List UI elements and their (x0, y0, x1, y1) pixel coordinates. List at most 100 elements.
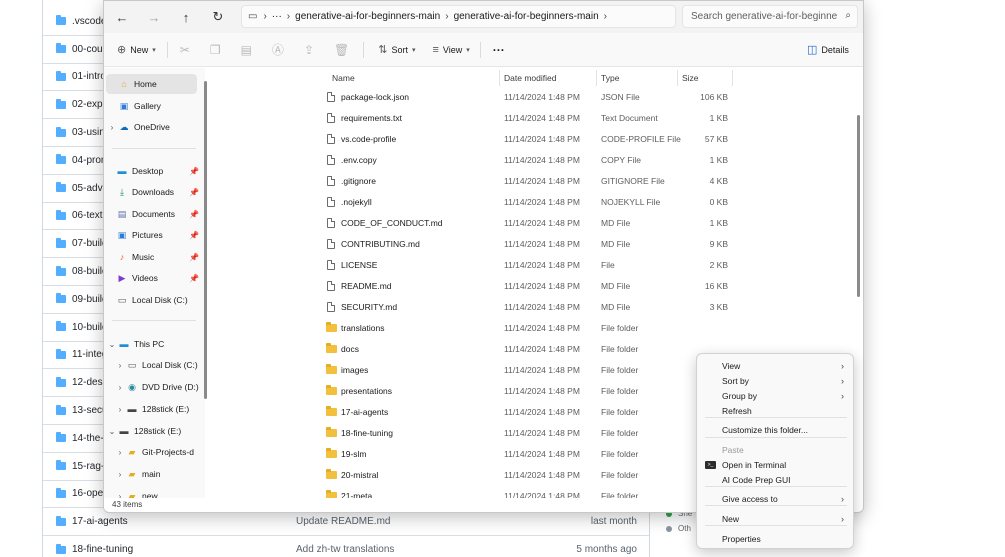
pin-icon[interactable]: 📌 (189, 167, 199, 176)
pin-icon[interactable]: 📌 (189, 274, 199, 283)
file-row[interactable]: CODE_OF_CONDUCT.md 11/14/2024 1:48 PM MD F… (214, 212, 734, 233)
copy-icon[interactable]: ❐ (210, 43, 221, 57)
chevron-down-icon[interactable]: ⌄ (106, 340, 118, 349)
file-row[interactable]: presentations 11/14/2024 1:48 PM File fold… (214, 380, 734, 401)
chevron-right-icon[interactable]: › (106, 123, 118, 132)
column-header-name[interactable]: Name (332, 68, 355, 88)
breadcrumb[interactable]: ▭ › ··· › generative-ai-for-beginners-ma… (241, 5, 676, 28)
rename-icon[interactable]: Ⓐ (272, 41, 284, 58)
background-folder-name[interactable]: 03-usin (72, 127, 105, 138)
sidebar-item-128stick-a[interactable]: › ▬ 128stick (E:) (114, 399, 205, 419)
context-menu-item-ai-code-prep-gui[interactable]: AI Code Prep GUI (697, 472, 853, 487)
share-icon[interactable]: ⇪ (304, 43, 314, 57)
sidebar-item-downloads[interactable]: ⤓ Downloads 📌 (116, 182, 205, 202)
sidebar-item-documents[interactable]: ▤ Documents 📌 (116, 204, 205, 224)
background-folder-name[interactable]: 16-oper (72, 488, 106, 499)
back-button[interactable]: ← (106, 3, 138, 31)
sidebar-item-desktop[interactable]: ▬ Desktop 📌 (116, 161, 205, 181)
column-header-type[interactable]: Type (601, 68, 619, 88)
context-menu-item-sort-by[interactable]: Sort by › (697, 373, 853, 388)
file-row[interactable]: .gitignore 11/14/2024 1:48 PM GITIGNORE Fi… (214, 170, 734, 191)
up-button[interactable]: ↑ (170, 3, 202, 31)
file-row[interactable]: requirements.txt 11/14/2024 1:48 PM Text D… (214, 107, 734, 128)
context-menu-item-give-access-to[interactable]: Give access to › (697, 491, 853, 506)
column-header-size[interactable]: Size (682, 68, 699, 88)
file-row[interactable]: 19-slm 11/14/2024 1:48 PM File folder (214, 443, 734, 464)
sidebar-item-pictures[interactable]: ▣ Pictures 📌 (116, 225, 205, 245)
pin-icon[interactable]: 📌 (189, 210, 199, 219)
chevron-right-icon[interactable]: › (114, 448, 126, 457)
file-row[interactable]: .env.copy 11/14/2024 1:48 PM COPY File 1 KB (214, 149, 734, 170)
file-row[interactable]: LICENSE 11/14/2024 1:48 PM File 2 KB (214, 254, 734, 275)
file-row[interactable]: .nojekyll 11/14/2024 1:48 PM NOJEKYLL File… (214, 191, 734, 212)
sidebar-item-new[interactable]: › ▰ new (114, 486, 205, 499)
sidebar-item-git-projects[interactable]: › ▰ Git-Projects-d (114, 442, 205, 462)
sidebar-item-this-pc[interactable]: ⌄ ▬ This PC (104, 334, 205, 354)
background-folder-name[interactable]: 02-expl (72, 99, 105, 110)
chevron-right-icon[interactable]: › (114, 361, 126, 370)
file-row[interactable]: README.md 11/14/2024 1:48 PM MD File 16 KB (214, 275, 734, 296)
breadcrumb-ellipsis[interactable]: ··· (272, 11, 282, 22)
background-folder-name[interactable]: 01-intro (72, 71, 106, 82)
column-divider[interactable] (732, 70, 733, 86)
forward-button[interactable]: → (138, 3, 170, 31)
new-button[interactable]: ⊕ New ▾ (117, 43, 156, 56)
file-row[interactable]: CONTRIBUTING.md 11/14/2024 1:48 PM MD File… (214, 233, 734, 254)
column-divider[interactable] (677, 70, 678, 86)
column-header-date[interactable]: Date modified (504, 68, 556, 88)
background-folder-name[interactable]: 14-the- (72, 433, 104, 444)
sidebar-item-music[interactable]: ♪ Music 📌 (116, 247, 205, 267)
column-divider[interactable] (596, 70, 597, 86)
context-menu-item-group-by[interactable]: Group by › (697, 388, 853, 403)
context-menu-item-customize-this-folder[interactable]: Customize this folder... (697, 422, 853, 437)
navigation-scrollbar[interactable] (204, 81, 207, 399)
chevron-right-icon[interactable]: › (114, 470, 126, 479)
refresh-button[interactable]: ↻ (202, 3, 234, 31)
sidebar-item-onedrive[interactable]: › ☁ OneDrive (104, 117, 205, 137)
pin-icon[interactable]: 📌 (189, 231, 199, 240)
breadcrumb-item[interactable]: generative-ai-for-beginners-main (454, 11, 599, 22)
pin-icon[interactable]: 📌 (189, 188, 199, 197)
cut-icon[interactable]: ✂ (180, 43, 190, 57)
more-options-button[interactable]: ··· (493, 43, 505, 57)
file-row[interactable]: package-lock.json 11/14/2024 1:48 PM JSON … (214, 86, 734, 107)
background-folder-name[interactable]: 15-rag- (72, 461, 104, 472)
sidebar-item-dvd-drive[interactable]: › ◉ DVD Drive (D:) (114, 377, 205, 397)
search-input[interactable]: Search generative-ai-for-beginne ⌕ (682, 5, 858, 28)
background-folder-name[interactable]: 00-cour (72, 44, 106, 55)
paste-icon[interactable]: ▤ (241, 43, 252, 57)
background-folder-name[interactable]: 12-desi (72, 377, 105, 388)
context-menu-item-open-in-terminal[interactable]: >_ Open in Terminal (697, 457, 853, 472)
sidebar-item-local-disk[interactable]: ▭ Local Disk (C:) (116, 290, 205, 310)
file-row[interactable]: images 11/14/2024 1:48 PM File folder (214, 359, 734, 380)
file-row[interactable]: 20-mistral 11/14/2024 1:48 PM File folder (214, 464, 734, 485)
background-folder-name[interactable]: .vscode (72, 16, 106, 27)
background-folder-name[interactable]: 18-fine-tuning (72, 544, 133, 555)
delete-icon[interactable]: 🗑 (334, 43, 349, 57)
file-row[interactable]: 21-meta 11/14/2024 1:48 PM File folder (214, 485, 734, 498)
file-row[interactable]: docs 11/14/2024 1:48 PM File folder (214, 338, 734, 359)
sidebar-item-128stick-b[interactable]: ⌄ ▬ 128stick (E:) (104, 421, 205, 441)
file-row[interactable]: 18-fine-tuning 11/14/2024 1:48 PM File fol… (214, 422, 734, 443)
sidebar-item-main[interactable]: › ▰ main (114, 464, 205, 484)
background-folder-name[interactable]: 06-text- (72, 210, 106, 221)
breadcrumb-item[interactable]: generative-ai-for-beginners-main (295, 11, 440, 22)
context-menu-item-properties[interactable]: Properties (697, 531, 853, 546)
sidebar-item-gallery[interactable]: ▣ Gallery (106, 96, 205, 116)
view-button[interactable]: ≡ View ▾ (432, 44, 469, 56)
sidebar-item-home[interactable]: ⌂ Home (106, 74, 197, 94)
chevron-down-icon[interactable]: ⌄ (106, 427, 118, 436)
details-pane-button[interactable]: ◫ Details (807, 43, 849, 56)
chevron-right-icon[interactable]: › (114, 383, 126, 392)
context-menu-item-new[interactable]: New › (697, 511, 853, 526)
file-row[interactable]: vs.code-profile 11/14/2024 1:48 PM CODE-PR… (214, 128, 734, 149)
file-row[interactable]: 17-ai-agents 11/14/2024 1:48 PM File folde… (214, 401, 734, 422)
background-folder-name[interactable]: 04-pron (72, 155, 106, 166)
sort-button[interactable]: ⇅ Sort ▾ (378, 43, 415, 56)
file-list-scrollbar[interactable] (857, 115, 860, 297)
file-row[interactable]: SECURITY.md 11/14/2024 1:48 PM MD File 3 KB (214, 296, 734, 317)
pin-icon[interactable]: 📌 (189, 253, 199, 262)
chevron-right-icon[interactable]: › (114, 405, 126, 414)
sidebar-item-pc-local-disk[interactable]: › ▭ Local Disk (C:) (114, 355, 205, 375)
background-folder-name[interactable]: 17-ai-agents (72, 516, 128, 527)
